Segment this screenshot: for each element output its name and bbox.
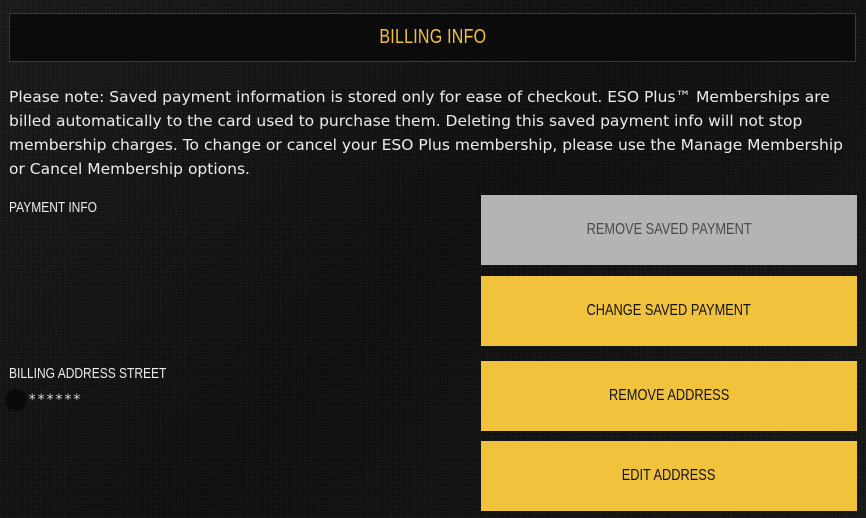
- redaction-dot: [6, 390, 26, 410]
- remove-address-button[interactable]: Remove Address: [481, 361, 857, 431]
- change-saved-payment-label: Change Saved Payment: [586, 302, 752, 319]
- remove-saved-payment-button[interactable]: Remove Saved Payment: [481, 195, 857, 265]
- billing-address-street-label: Billing Address Street: [9, 365, 167, 382]
- edit-address-label: Edit Address: [622, 467, 716, 484]
- edit-address-button[interactable]: Edit Address: [481, 441, 857, 511]
- payment-info-label: Payment Info: [9, 199, 98, 216]
- remove-saved-payment-label: Remove Saved Payment: [586, 221, 752, 238]
- page-title: Billing Info: [379, 26, 486, 48]
- payment-notice: Please note: Saved payment information i…: [9, 88, 843, 178]
- billing-address-street-value: ******: [6, 390, 82, 410]
- remove-address-label: Remove Address: [608, 387, 730, 404]
- change-saved-payment-button[interactable]: Change Saved Payment: [481, 276, 857, 346]
- masked-street-text: ******: [28, 392, 82, 408]
- billing-info-header: Billing Info: [9, 13, 856, 62]
